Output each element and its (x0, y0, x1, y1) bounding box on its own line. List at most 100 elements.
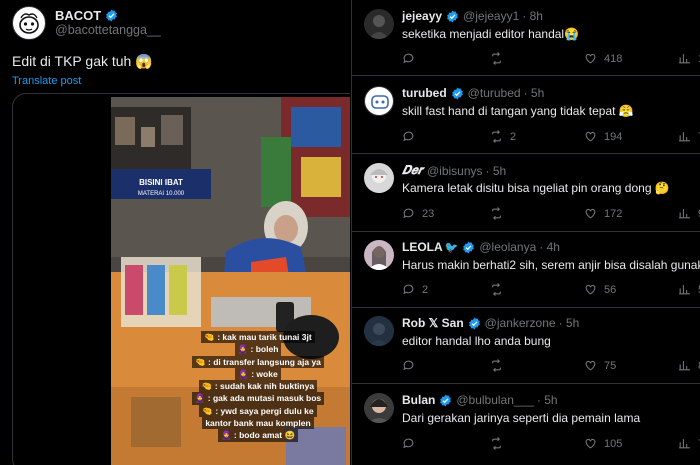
heart-icon (585, 208, 596, 219)
reply-timestamp[interactable]: · 5h (537, 393, 558, 407)
reply-item[interactable]: Bulan @bulbulan___ · 5h Dari gerakan jar… (352, 384, 700, 465)
like-button[interactable]: 105 (584, 437, 622, 450)
reply-button[interactable] (402, 437, 415, 450)
avatar-photo-icon (368, 399, 390, 423)
like-count: 105 (604, 437, 623, 450)
like-button[interactable]: 75 (584, 359, 616, 372)
reply-item[interactable]: jejeayy @jejeayy1 · 8h seketika menjadi … (352, 0, 700, 76)
avatar[interactable] (364, 9, 394, 39)
reply-timestamp[interactable]: · 4h (539, 240, 560, 254)
heart-icon (585, 284, 596, 295)
verified-badge-icon (463, 241, 475, 253)
retweet-button[interactable] (490, 283, 503, 296)
views-button[interactable]: 8 (678, 359, 700, 372)
reply-timestamp[interactable]: · 5h (524, 86, 545, 100)
avatar[interactable] (12, 6, 46, 40)
avatar[interactable] (364, 316, 394, 346)
author-name[interactable]: BACOT (55, 8, 101, 23)
banner-text: BISINI IBAT (139, 178, 183, 187)
comment-icon (403, 53, 414, 64)
heart-icon (585, 438, 596, 449)
verified-badge-icon (451, 87, 463, 99)
reply-button[interactable] (402, 359, 415, 372)
reply-button[interactable]: 23 (402, 207, 434, 220)
retweet-button[interactable] (490, 207, 503, 220)
thinking-emoji-icon: 🤔 (654, 181, 670, 195)
reply-author-handle[interactable]: @bulbulan___ (456, 393, 534, 407)
reply-timestamp[interactable]: · 5h (559, 316, 580, 330)
svg-text:MATERAI 10.000: MATERAI 10.000 (138, 191, 185, 197)
translate-post-link[interactable]: Translate post (12, 75, 81, 87)
verified-badge-icon (106, 9, 118, 22)
chat-line: 🧕 : woke (235, 367, 281, 381)
replies-panel: jejeayy @jejeayy1 · 8h seketika menjadi … (351, 0, 700, 465)
reply-timestamp[interactable]: · 8h (522, 9, 543, 23)
views-chart-icon (679, 209, 690, 219)
logo-avatar-icon (371, 95, 389, 109)
like-button[interactable]: 194 (584, 130, 622, 143)
retweet-icon (492, 207, 501, 220)
post-text: Edit di TKP gak tuh 😱 (12, 53, 153, 69)
reply-author-name[interactable]: Bulan (402, 393, 435, 407)
reply-author-handle[interactable]: @turubed (468, 86, 521, 100)
reply-item[interactable]: LEOLA 🐦 @leolanya · 4h Harus makin berha… (352, 232, 700, 308)
reply-author-name[interactable]: LEOLA (402, 240, 443, 254)
reply-item[interactable]: turubed @turubed · 5h skill fast hand di… (352, 76, 700, 154)
avatar[interactable] (364, 393, 394, 423)
verified-badge-icon (447, 10, 458, 22)
retweet-icon (492, 52, 501, 65)
heart-icon (585, 360, 596, 371)
comment-icon (403, 284, 414, 295)
chat-overlay: 🤏 : kak mau tarik tunai 3jt 🧕 : boleh 🤏 … (173, 331, 343, 442)
views-button[interactable]: 5 (678, 283, 700, 296)
like-count: 56 (604, 283, 617, 296)
like-button[interactable]: 56 (584, 283, 616, 296)
like-count: 418 (604, 52, 623, 65)
video-player[interactable]: BISINI IBAT MATERAI 10.000 🤏: kak mau t… (111, 97, 350, 465)
reply-author-name[interactable]: Rob 𝕏 San (402, 316, 464, 330)
reply-author-handle[interactable]: @jankerzone (485, 316, 556, 330)
views-button[interactable]: 10 (678, 52, 700, 65)
views-button[interactable]: 7 (678, 437, 700, 450)
reply-item[interactable]: Rob 𝕏 San @jankerzone · 5h editor handal… (352, 308, 700, 384)
like-button[interactable]: 172 (584, 207, 622, 220)
retweet-button[interactable] (490, 52, 503, 65)
reply-author-name[interactable]: turubed (402, 86, 447, 100)
like-button[interactable]: 418 (584, 52, 622, 65)
chat-line: 🤏 : ywd saya pergi dulu ke (199, 404, 317, 418)
views-chart-icon (679, 54, 690, 64)
reply-button[interactable]: 2 (402, 283, 428, 296)
author-handle[interactable]: @bacottetangga__ (55, 23, 161, 38)
verified-badge-icon (440, 394, 452, 406)
reply-text: Dari gerakan jarinya seperti dia pemain … (402, 411, 641, 425)
retweet-button[interactable]: 2 (490, 130, 516, 143)
chat-line: 🧕 : boleh (234, 343, 282, 356)
reply-author-handle[interactable]: @leolanya (479, 240, 536, 254)
avatar[interactable] (364, 240, 394, 270)
avatar[interactable] (364, 86, 394, 116)
angry-emoji-icon: 😤 (618, 104, 634, 118)
reply-author-handle[interactable]: @jejeayy1 (463, 9, 519, 23)
reply-author-name[interactable]: 𝑫𝒆𝒓 (402, 163, 423, 178)
retweet-button[interactable] (490, 359, 503, 372)
retweet-button[interactable] (490, 437, 503, 450)
views-button[interactable]: 7 (678, 130, 700, 143)
like-count: 194 (604, 130, 623, 143)
reply-button[interactable] (402, 130, 415, 143)
views-chart-icon (679, 285, 690, 295)
reply-item[interactable]: 𝑫𝒆𝒓 @ibisunys · 5h Kamera letak disitu b… (352, 154, 700, 232)
post-header: BACOT @bacottetangga__ (12, 6, 161, 40)
chat-line: 🤏 : kak mau tarik tunai 3jt (201, 331, 315, 344)
chat-line: kantor bank mau komplen (202, 417, 314, 430)
views-button[interactable]: 9 (678, 207, 700, 220)
chat-line: 🤏 : sudah kak nih buktinya (198, 380, 318, 393)
reply-timestamp[interactable]: · 5h (486, 164, 507, 178)
avatar[interactable] (364, 163, 394, 193)
reply-button[interactable] (402, 52, 415, 65)
reply-author-name[interactable]: jejeayy (402, 9, 442, 23)
cartoon-avatar-icon (14, 8, 44, 38)
avatar-photo-icon (364, 316, 394, 346)
reply-author-handle[interactable]: @ibisunys (427, 164, 483, 178)
verified-badge-icon (468, 317, 480, 329)
retweet-icon (492, 283, 501, 296)
